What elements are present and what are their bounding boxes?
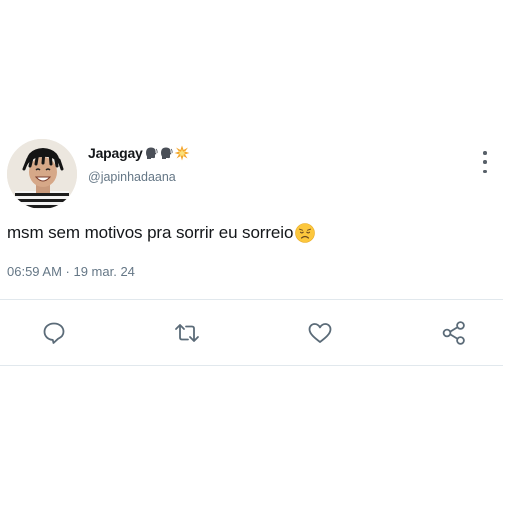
divider (0, 299, 503, 300)
author-handle[interactable]: @japinhadaana (88, 170, 176, 184)
heart-icon (308, 323, 332, 343)
avatar-photo (7, 139, 77, 209)
more-options-button[interactable] (478, 151, 492, 173)
tweet-card: Japagay @japinhadaana msm sem motivos pr… (0, 0, 512, 512)
tweet-timestamp: 06:59 AM · 19 mar. 24 (7, 264, 135, 279)
tweet-text: msm sem motivos pra sorrir eu sorreio (7, 223, 294, 242)
share-icon (442, 321, 465, 345)
author-name-row[interactable]: Japagay (88, 143, 190, 163)
like-button[interactable] (305, 318, 335, 348)
speaking-head-emoji-icon (159, 146, 173, 160)
avatar[interactable] (7, 139, 77, 209)
share-button[interactable] (439, 318, 469, 348)
disappointed-face-emoji-icon (295, 223, 316, 243)
speaking-head-emoji-icon (144, 146, 158, 160)
retweet-button[interactable] (172, 318, 202, 348)
divider (0, 365, 503, 366)
more-vertical-icon (483, 151, 487, 155)
retweet-icon (175, 324, 199, 342)
reply-button[interactable] (39, 318, 69, 348)
display-name[interactable]: Japagay (88, 145, 143, 161)
tweet-text-row: msm sem motivos pra sorrir eu sorreio (7, 221, 316, 245)
collision-emoji-icon (174, 145, 190, 161)
reply-icon (43, 322, 65, 344)
